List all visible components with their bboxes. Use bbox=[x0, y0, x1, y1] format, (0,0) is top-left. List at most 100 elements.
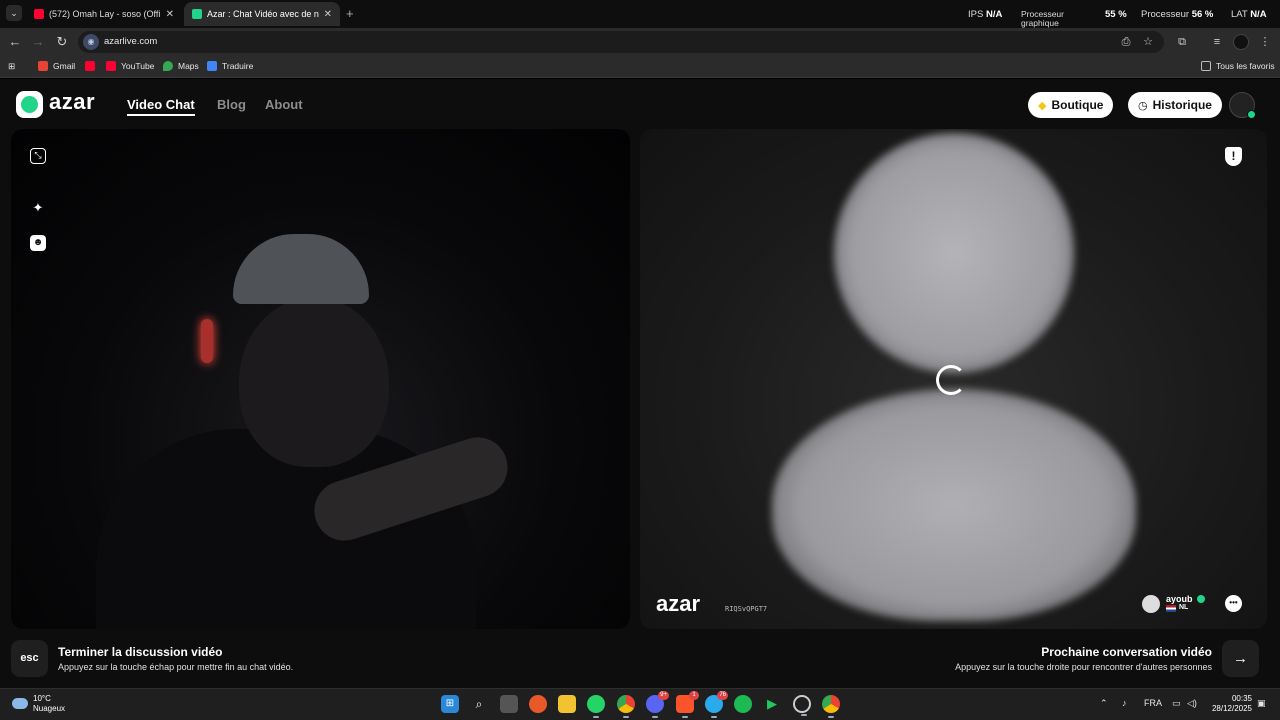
tab-azar[interactable]: Azar : Chat Vidéo avec de n ✕ bbox=[184, 2, 340, 26]
windows-start-icon[interactable]: ⊞ bbox=[441, 695, 459, 713]
perf-gpu-value-text: 55 % bbox=[1105, 9, 1127, 20]
chrome-icon[interactable] bbox=[617, 695, 635, 718]
search-icon[interactable]: ⌕ bbox=[470, 695, 488, 713]
tray-chevron-icon[interactable]: ⌃ bbox=[1100, 698, 1108, 709]
local-video: ⤡ ✦ ☻ bbox=[11, 129, 630, 629]
verified-badge-icon bbox=[1197, 595, 1205, 603]
remote-video: ! azar RIQSvQPGT7 ayoub NL ••• bbox=[640, 129, 1267, 629]
browser-toolbar: ← → ↻ ◉ azarlive.com ⎙ ☆ ⧉ ≡ ⋮ bbox=[0, 28, 1280, 56]
local-person-cap bbox=[233, 234, 369, 304]
gmail-icon bbox=[38, 61, 48, 71]
media-controls-icon[interactable]: ≡ bbox=[1209, 34, 1225, 50]
whatsapp-icon[interactable] bbox=[587, 695, 605, 718]
weather-widget[interactable]: 10°C Nuageux bbox=[33, 694, 65, 714]
report-shield-icon[interactable]: ! bbox=[1225, 147, 1242, 166]
user-avatar[interactable] bbox=[1229, 92, 1256, 119]
spotify-icon[interactable] bbox=[734, 695, 752, 713]
bookmark-maps[interactable]: Maps bbox=[163, 61, 199, 71]
bookmark-label: Maps bbox=[178, 61, 199, 71]
task-view-icon[interactable] bbox=[500, 695, 518, 713]
azar-logo-icon[interactable] bbox=[16, 91, 43, 118]
peer-avatar[interactable] bbox=[1142, 595, 1160, 613]
brave-badge: 1 bbox=[689, 691, 699, 700]
profile-avatar-icon[interactable] bbox=[1233, 34, 1249, 50]
perf-gpu-value: 55 % bbox=[1105, 9, 1127, 20]
microphone-icon[interactable]: ♪ bbox=[1122, 698, 1127, 708]
youtube-icon bbox=[106, 61, 116, 71]
tab-search-button[interactable]: ⌄ bbox=[6, 5, 22, 21]
site-info-icon[interactable]: ◉ bbox=[83, 34, 99, 50]
weather-desc: Nuageux bbox=[33, 704, 66, 713]
extensions-icon[interactable]: ⧉ bbox=[1174, 34, 1190, 50]
perf-lat-label: LAT bbox=[1231, 9, 1248, 20]
chat-bubble-icon[interactable]: ••• bbox=[1225, 595, 1242, 612]
perf-ips-value: N/A bbox=[985, 9, 1003, 20]
back-icon[interactable]: ← bbox=[6, 33, 24, 51]
reload-icon[interactable]: ↻ bbox=[53, 33, 71, 51]
brave-icon[interactable]: 1 bbox=[676, 691, 699, 718]
bookmark-translate[interactable]: Traduire bbox=[207, 61, 253, 71]
perf-cpu-label: Processeur bbox=[1141, 9, 1190, 20]
next-chat-subtitle: Appuyez sur la touche droite pour rencon… bbox=[955, 662, 1212, 672]
perf-lat-value: N/A bbox=[1250, 9, 1267, 20]
all-bookmarks-label: Tous les favoris bbox=[1216, 61, 1275, 71]
notifications-icon[interactable]: ▣ bbox=[1257, 698, 1266, 709]
perf-lat: LAT N/A bbox=[1231, 9, 1267, 20]
all-bookmarks[interactable]: Tous les favoris bbox=[1201, 61, 1275, 71]
bookmarks-bar: ⊞ Gmail YouTube Maps Traduire Tous les f… bbox=[0, 56, 1280, 78]
translate-icon bbox=[207, 61, 217, 71]
bookmark-gmail[interactable]: Gmail bbox=[38, 61, 75, 71]
bookmark-label: Traduire bbox=[222, 61, 254, 71]
apps-grid-icon[interactable]: ⊞ bbox=[8, 61, 15, 72]
history-label: Historique bbox=[1152, 98, 1212, 112]
discord-badge: 9+ bbox=[658, 691, 669, 700]
shop-button[interactable]: ◆ Boutique bbox=[1028, 92, 1114, 118]
end-chat-button[interactable]: esc bbox=[11, 640, 48, 677]
install-app-icon[interactable]: ⎙ bbox=[1118, 34, 1134, 50]
bookmark-youtube[interactable]: YouTube bbox=[106, 61, 154, 71]
app-circle-icon[interactable] bbox=[793, 695, 811, 716]
network-icon[interactable]: ▭ bbox=[1172, 698, 1181, 709]
file-explorer-icon[interactable] bbox=[558, 695, 576, 713]
end-chat-subtitle: Appuyez sur la touche échap pour mettre … bbox=[58, 662, 294, 672]
telegram-icon[interactable]: 76 bbox=[705, 691, 728, 718]
perf-gpu-label: Processeur graphique bbox=[1021, 10, 1064, 28]
clock-time: 00:35 bbox=[1231, 694, 1252, 703]
perf-ips-label: IPS bbox=[968, 9, 984, 20]
bookmark-label: YouTube bbox=[121, 61, 155, 71]
perf-cpu-value: 56 % bbox=[1191, 9, 1214, 20]
forward-icon[interactable]: → bbox=[29, 33, 47, 51]
bookmark-star-icon[interactable]: ☆ bbox=[1140, 34, 1156, 50]
nav-video-chat[interactable]: Video Chat bbox=[127, 97, 195, 116]
perf-ips: IPS N/A bbox=[968, 9, 1002, 20]
youtube-icon bbox=[34, 9, 44, 19]
swap-camera-icon[interactable]: ⤡ bbox=[30, 148, 46, 164]
online-status-dot bbox=[1247, 110, 1256, 119]
windows-taskbar: 10°C Nuageux ⊞ ⌕ 9+ 1 76 ▶ ⌃ ♪ FRA ▭ ◁) … bbox=[0, 688, 1280, 720]
clock[interactable]: 00:35 28/12/2025 bbox=[1206, 694, 1252, 714]
menu-kebab-icon[interactable]: ⋮ bbox=[1257, 34, 1273, 50]
cloud-icon[interactable] bbox=[12, 698, 28, 709]
language-indicator[interactable]: FRA bbox=[1144, 698, 1162, 708]
app-orange-icon[interactable] bbox=[529, 695, 547, 713]
volume-icon[interactable]: ◁) bbox=[1187, 698, 1197, 709]
new-tab-button[interactable]: + bbox=[346, 6, 354, 21]
folder-icon bbox=[1201, 61, 1211, 71]
chrome-profile-icon[interactable] bbox=[822, 695, 840, 718]
sticker-face-icon[interactable]: ☻ bbox=[30, 235, 46, 251]
azar-logo-text[interactable]: azar bbox=[49, 89, 95, 115]
sparkle-effects-icon[interactable]: ✦ bbox=[30, 200, 46, 216]
bookmark-youtube-icon-only[interactable] bbox=[85, 61, 100, 71]
close-icon[interactable]: ✕ bbox=[324, 9, 332, 20]
next-chat-button[interactable]: → bbox=[1222, 640, 1259, 677]
play-store-icon[interactable]: ▶ bbox=[763, 695, 781, 713]
history-button[interactable]: ◷ Historique bbox=[1128, 92, 1222, 118]
peer-name[interactable]: ayoub bbox=[1166, 594, 1193, 604]
address-bar[interactable]: ◉ azarlive.com ⎙ ☆ bbox=[78, 31, 1164, 53]
remote-placeholder-head bbox=[834, 133, 1074, 373]
nav-blog[interactable]: Blog bbox=[217, 97, 246, 112]
tab-youtube[interactable]: (572) Omah Lay - soso (Offi ✕ bbox=[26, 2, 182, 26]
discord-icon[interactable]: 9+ bbox=[646, 691, 669, 718]
nav-about[interactable]: About bbox=[265, 97, 303, 112]
close-icon[interactable]: ✕ bbox=[166, 9, 174, 20]
